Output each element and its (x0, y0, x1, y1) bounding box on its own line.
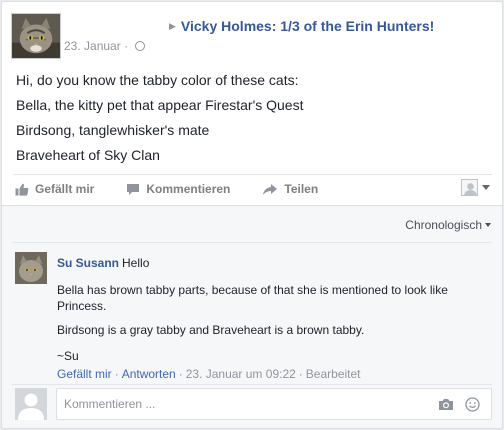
shared-from-link[interactable]: ▶ Vicky Holmes: 1/3 of the Erin Hunters! (169, 18, 434, 34)
smiley-icon[interactable] (465, 397, 480, 412)
comment-paragraph: ~Su (57, 349, 79, 363)
camera-icon[interactable] (438, 398, 454, 411)
shared-from-title[interactable]: Vicky Holmes: 1/3 of the Erin Hunters! (181, 18, 434, 34)
chevron-down-icon (482, 185, 490, 190)
comment-edited-label[interactable]: Bearbeitet (306, 367, 361, 381)
post-body: Hi, do you know the tabby color of these… (16, 68, 303, 168)
comments-section: Chronologisch Su Susann Hello Bella has b… (2, 205, 502, 428)
speech-bubble-icon (127, 183, 140, 195)
comment-paragraph: Birdsong is a gray tabby and Braveheart … (57, 323, 365, 337)
post-line: Birdsong, tanglewhisker's mate (16, 122, 210, 138)
comment-button[interactable]: Kommentieren (126, 182, 230, 196)
post-card: ▶ Vicky Holmes: 1/3 of the Erin Hunters! … (1, 1, 503, 429)
comment-timestamp-link[interactable]: 23. Januar um 09:22 (186, 367, 296, 381)
comment-first-text: Hello (122, 256, 150, 270)
sort-label: Chronologisch (405, 218, 482, 232)
globe-icon[interactable] (135, 41, 146, 51)
caret-right-icon: ▶ (169, 21, 176, 31)
comment-sort-dropdown[interactable]: Chronologisch (405, 218, 491, 232)
post-date[interactable]: 23. Januar (64, 39, 121, 53)
comment-label: Kommentieren (146, 182, 231, 196)
cat-photo (12, 14, 60, 58)
like-button[interactable]: Gefällt mir (15, 182, 94, 196)
share-arrow-icon (263, 183, 278, 195)
post-line: Braveheart of Sky Clan (16, 147, 160, 163)
chevron-down-icon (485, 223, 491, 227)
comment-like-link[interactable]: Gefällt mir (57, 367, 112, 381)
comment-actions: Gefällt mir · Antworten · 23. Januar um 09:2… (57, 367, 361, 381)
share-label: Teilen (284, 182, 319, 196)
comment-reply-link[interactable]: Antworten (122, 367, 176, 381)
share-button[interactable]: Teilen (262, 182, 318, 196)
separator: · (114, 367, 119, 381)
post-action-bar: Gefällt mir Kommentieren Teilen (14, 174, 492, 203)
thumbs-up-icon (15, 183, 29, 196)
commenter-avatar[interactable] (15, 252, 47, 284)
separator: · (298, 367, 303, 381)
post-line: Hi, do you know the tabby color of these… (16, 72, 299, 88)
comment-paragraph: Bella has brown tabby parts, because of … (57, 283, 448, 313)
reaction-avatar-selector[interactable] (461, 179, 490, 196)
post-line: Bella, the kitty pet that appear Firesta… (16, 97, 304, 113)
post-meta: 23. Januar · (64, 39, 146, 53)
like-label: Gefällt mir (35, 182, 95, 196)
divider (12, 384, 492, 385)
user-silhouette-icon (18, 393, 44, 420)
meta-separator: · (124, 39, 129, 53)
cat-photo (15, 252, 47, 284)
comment-header: Su Susann Hello (57, 256, 149, 270)
profile-avatar[interactable] (11, 13, 61, 59)
separator: · (178, 367, 183, 381)
comment-author-link[interactable]: Su Susann (57, 256, 119, 270)
divider (12, 242, 492, 243)
current-user-avatar (15, 388, 47, 420)
user-silhouette-icon (461, 179, 478, 196)
comment-input[interactable] (56, 388, 492, 420)
